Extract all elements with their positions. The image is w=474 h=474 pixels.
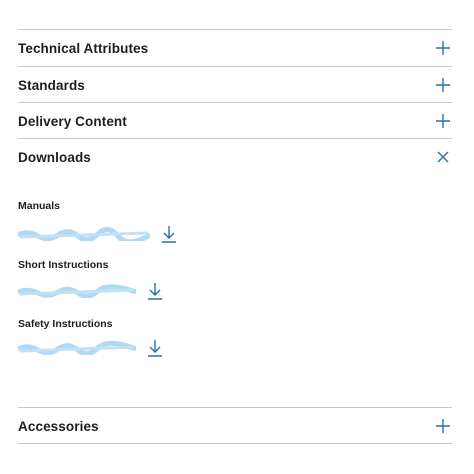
download-file-link[interactable] [18, 227, 150, 241]
redacted-filename [18, 227, 150, 241]
accordion-delivery-content[interactable]: Delivery Content [18, 103, 452, 139]
accordion-label: Downloads [18, 149, 91, 165]
accordion-technical-attributes[interactable]: Technical Attributes [18, 30, 452, 66]
accordion-label: Delivery Content [18, 113, 127, 129]
download-icon[interactable] [146, 338, 164, 358]
accordion-accessories[interactable]: Accessories [18, 408, 452, 444]
redacted-filename [18, 284, 136, 298]
downloads-group-title: Manuals [18, 200, 61, 212]
accordion-label: Standards [18, 77, 85, 93]
accordion: Technical Attributes Standards Delivery … [18, 0, 452, 474]
accordion-standards[interactable]: Standards [18, 67, 452, 103]
plus-icon[interactable] [434, 417, 452, 435]
download-file-link[interactable] [18, 341, 136, 355]
download-icon[interactable] [146, 281, 164, 301]
redacted-filename [18, 341, 136, 355]
downloads-group-title: Short Instructions [18, 259, 109, 271]
plus-icon[interactable] [434, 112, 452, 130]
download-row-manuals [18, 223, 178, 245]
download-file-link[interactable] [18, 284, 136, 298]
downloads-group-title: Safety Instructions [18, 318, 113, 330]
plus-icon[interactable] [434, 76, 452, 94]
accordion-label: Accessories [18, 418, 99, 434]
download-icon[interactable] [160, 224, 178, 244]
accordion-downloads[interactable]: Downloads [18, 139, 452, 175]
divider [18, 443, 452, 444]
accordion-label: Technical Attributes [18, 40, 149, 56]
close-icon[interactable] [434, 148, 452, 166]
download-row-short-instructions [18, 280, 164, 302]
download-row-safety-instructions [18, 337, 164, 359]
plus-icon[interactable] [434, 39, 452, 57]
